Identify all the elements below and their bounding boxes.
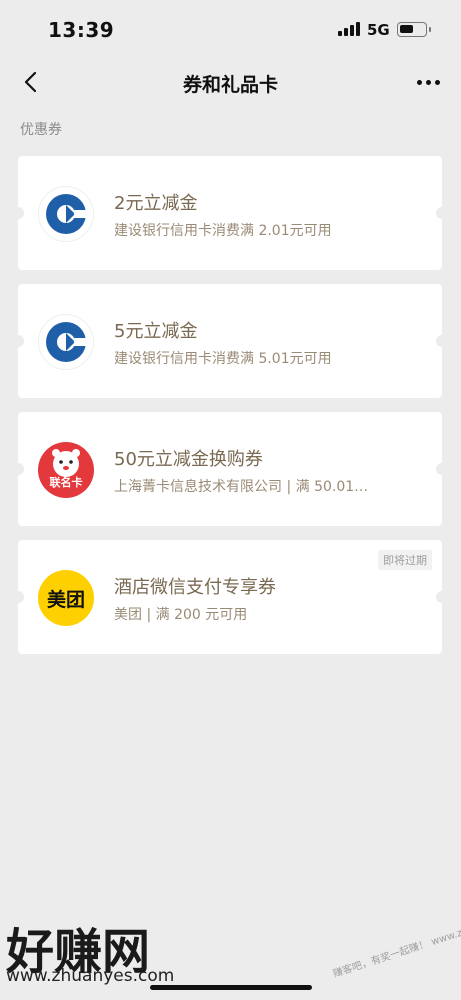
coupon-desc: 建设银行信用卡消费满 2.01元可用 [114,223,332,239]
meituan-logo-icon: 美团 [38,570,94,626]
coupon-card[interactable]: 5元立减金 建设银行信用卡消费满 5.01元可用 [12,284,448,398]
status-time: 13:39 [48,18,115,42]
section-label-coupons: 优惠券 [20,122,62,138]
coupon-card[interactable]: 即将过期 美团 酒店微信支付专享券 美团 | 满 200 元可用 [12,540,448,654]
coupon-desc: 建设银行信用卡消费满 5.01元可用 [114,351,332,367]
coupon-desc: 上海菁卡信息技术有限公司 | 满 50.01… [114,479,369,495]
ccb-logo-icon [38,186,94,242]
nav-bar: 券和礼品卡 [0,60,461,105]
meituan-logo-text: 美团 [46,588,85,611]
network-label: 5G [367,21,390,39]
home-indicator[interactable] [150,985,312,990]
union-card-logo-icon: 联名卡 [38,442,94,498]
watermark-url: www.zhuanyes.com [6,966,175,986]
expiring-badge: 即将过期 [378,550,432,570]
coupon-title: 5元立减金 [114,321,198,342]
coupon-title: 酒店微信支付专享券 [114,577,276,598]
coupon-title: 50元立减金换购券 [114,449,263,470]
status-bar: 13:39 5G [0,0,461,60]
coupon-desc: 美团 | 满 200 元可用 [114,607,248,623]
ccb-logo-icon [38,314,94,370]
signal-icon [338,22,360,36]
more-options-icon[interactable] [414,70,442,94]
watermark-diagonal: 赚客吧，有奖一起赚！ www.zuanke8.com [331,908,461,980]
coupon-card[interactable]: 2元立减金 建设银行信用卡消费满 2.01元可用 [12,156,448,270]
union-card-text: 联名卡 [49,476,83,489]
coupon-card[interactable]: 联名卡 50元立减金换购券 上海菁卡信息技术有限公司 | 满 50.01… [12,412,448,526]
coupon-title: 2元立减金 [114,193,198,214]
battery-icon [397,22,431,37]
page-title: 券和礼品卡 [182,74,278,96]
